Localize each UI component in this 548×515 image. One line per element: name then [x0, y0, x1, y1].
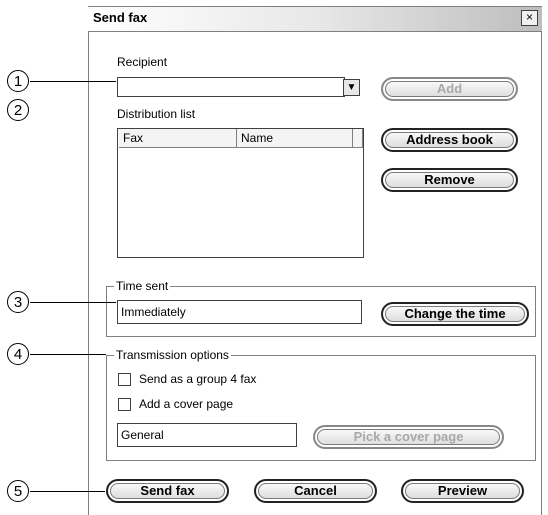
column-header-fax[interactable]: Fax — [119, 129, 237, 148]
distribution-list-label: Distribution list — [117, 107, 196, 121]
pick-cover-page-button[interactable]: Pick a cover page — [313, 425, 504, 449]
callout-1-line — [30, 81, 116, 82]
recipient-input[interactable] — [117, 77, 345, 97]
callout-5: 5 — [7, 480, 29, 502]
column-header-name[interactable]: Name — [237, 129, 353, 148]
cancel-button[interactable]: Cancel — [254, 479, 377, 503]
callout-3: 3 — [7, 291, 29, 313]
cover-page-checkbox[interactable] — [118, 398, 131, 411]
cover-page-label[interactable]: Add a cover page — [139, 397, 233, 411]
callout-5-line — [30, 491, 105, 492]
callout-1: 1 — [7, 70, 29, 92]
remove-button[interactable]: Remove — [381, 168, 518, 192]
recipient-label: Recipient — [117, 55, 168, 69]
group4-checkbox[interactable] — [118, 373, 131, 386]
callout-4: 4 — [7, 343, 29, 365]
callout-3-line — [30, 302, 116, 303]
change-time-button[interactable]: Change the time — [381, 302, 529, 326]
transmission-options-legend: Transmission options — [114, 348, 231, 362]
cover-page-field[interactable]: General — [117, 423, 297, 447]
time-sent-legend: Time sent — [114, 279, 171, 293]
callout-2: 2 — [7, 99, 29, 121]
add-button[interactable]: Add — [381, 77, 518, 101]
recipient-dropdown-chevron-down-icon[interactable]: ▼ — [343, 79, 360, 96]
close-icon[interactable]: × — [521, 10, 538, 26]
preview-button[interactable]: Preview — [401, 479, 524, 503]
time-sent-field[interactable]: Immediately — [117, 300, 362, 324]
group4-label[interactable]: Send as a group 4 fax — [139, 372, 256, 386]
send-fax-button[interactable]: Send fax — [106, 479, 229, 503]
title-bar[interactable] — [88, 6, 542, 32]
dialog-title: Send fax — [93, 10, 148, 25]
address-book-button[interactable]: Address book — [381, 128, 518, 152]
callout-4-line — [30, 354, 106, 355]
column-header-empty — [353, 129, 363, 148]
